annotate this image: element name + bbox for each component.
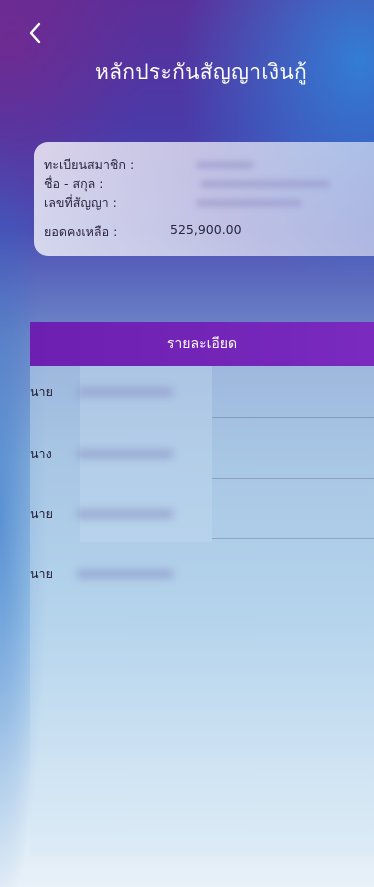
member-reg-row: ทะเบียนสมาชิก : bbox=[44, 155, 164, 175]
member-reg-label: ทะเบียนสมาชิก : bbox=[44, 157, 135, 172]
guarantor-row[interactable]: นาย bbox=[30, 484, 374, 544]
guarantor-row[interactable]: นาย bbox=[30, 544, 374, 604]
name-row: ชื่อ - สกุล : bbox=[44, 174, 164, 194]
guarantor-name-redacted bbox=[76, 387, 174, 397]
contract-label: เลขที่สัญญา : bbox=[44, 195, 117, 210]
row-divider bbox=[212, 417, 374, 418]
guarantor-name-redacted bbox=[76, 509, 174, 519]
guarantor-prefix: นาย bbox=[30, 506, 53, 521]
guarantor-row[interactable]: นาย bbox=[30, 362, 374, 422]
guarantor-row[interactable]: นาง bbox=[30, 424, 374, 484]
guarantor-prefix: นาง bbox=[30, 446, 52, 461]
member-reg-value-redacted bbox=[196, 161, 254, 169]
name-label: ชื่อ - สกุล : bbox=[44, 176, 104, 191]
guarantor-name-redacted bbox=[76, 449, 174, 459]
guarantor-name-redacted bbox=[76, 569, 174, 579]
details-header-label: รายละเอียด bbox=[166, 336, 238, 352]
balance-value: 525,900.00 bbox=[170, 222, 242, 237]
name-value-redacted bbox=[200, 180, 330, 188]
back-button[interactable] bbox=[22, 18, 48, 48]
contract-row: เลขที่สัญญา : bbox=[44, 193, 164, 213]
balance-label: ยอดคงเหลือ : bbox=[44, 224, 118, 239]
row-divider bbox=[212, 478, 374, 479]
contract-value-redacted bbox=[196, 199, 302, 207]
row-divider bbox=[212, 538, 374, 539]
guarantor-prefix: นาย bbox=[30, 566, 53, 581]
page-title: หลักประกันสัญญาเงินกู้ bbox=[94, 60, 308, 84]
balance-row: ยอดคงเหลือ : bbox=[44, 222, 164, 242]
details-header: รายละเอียด bbox=[30, 322, 374, 366]
guarantor-prefix: นาย bbox=[30, 384, 53, 399]
chevron-left-icon bbox=[29, 22, 41, 44]
